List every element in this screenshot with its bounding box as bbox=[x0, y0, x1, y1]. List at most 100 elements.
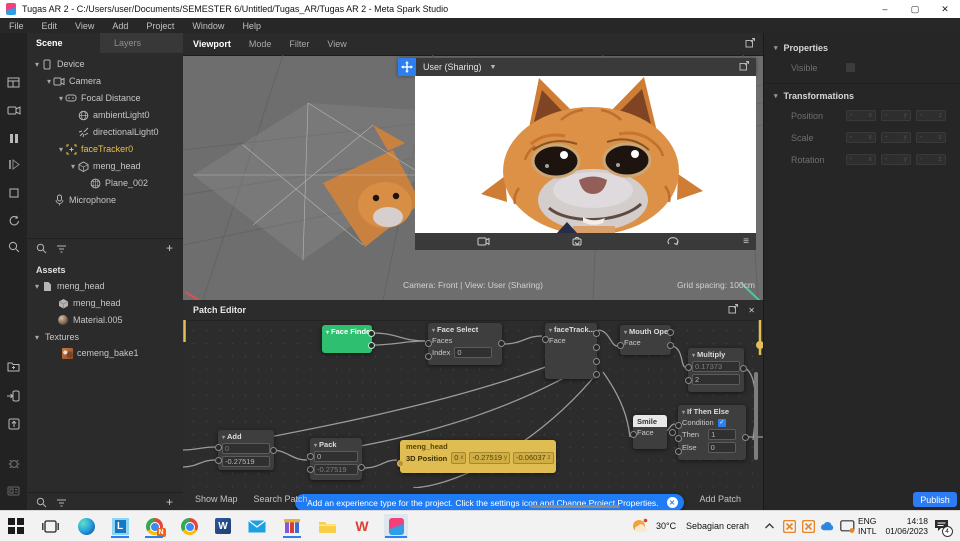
webcam-icon[interactable] bbox=[475, 234, 491, 249]
add-input2[interactable]: -0.27519 bbox=[222, 456, 270, 467]
caret-down-icon[interactable]: ▾ bbox=[57, 94, 65, 103]
add-input1[interactable]: 0 bbox=[222, 443, 270, 454]
filter-icon[interactable] bbox=[55, 496, 67, 508]
menu-window[interactable]: Window bbox=[183, 21, 233, 31]
bug-test-icon[interactable] bbox=[6, 455, 21, 470]
output-port[interactable] bbox=[667, 329, 674, 336]
node-smile[interactable]: Smile Face bbox=[630, 415, 676, 449]
expand-viewport-icon[interactable] bbox=[745, 38, 755, 50]
send-to-device-icon[interactable] bbox=[6, 388, 21, 403]
patch-canvas[interactable]: ▾ Face Finder ▾ Face Select Faces Index 0 ▾… bbox=[183, 320, 763, 510]
scene-item-facetracker0[interactable]: ▾ faceTracker0 bbox=[57, 142, 133, 156]
position-x-field[interactable]: 0x bbox=[451, 452, 467, 464]
language-indicator[interactable]: ENG INTL bbox=[858, 511, 876, 541]
winrar-icon[interactable] bbox=[280, 514, 304, 538]
add-asset-button[interactable]: + bbox=[166, 495, 173, 509]
output-port[interactable] bbox=[270, 447, 277, 454]
node-face-finder[interactable]: ▾ Face Finder bbox=[322, 325, 375, 353]
edge-browser-icon[interactable] bbox=[74, 514, 98, 538]
task-view-button[interactable] bbox=[38, 514, 62, 538]
weather-icon[interactable] bbox=[630, 514, 650, 538]
tab-scene[interactable]: Scene bbox=[27, 33, 100, 53]
asset-item-meng-head[interactable]: ▾ meng_head bbox=[33, 279, 105, 293]
clock[interactable]: 14:18 01/06/2023 bbox=[884, 511, 928, 541]
input-port[interactable] bbox=[685, 364, 692, 371]
output-port[interactable] bbox=[593, 344, 600, 351]
popout-simulator-icon[interactable] bbox=[739, 61, 749, 73]
close-patch-icon[interactable]: ✕ bbox=[748, 306, 755, 315]
weather-temp[interactable]: 30°C bbox=[656, 511, 676, 541]
input-port[interactable] bbox=[307, 466, 314, 473]
restart-icon[interactable] bbox=[6, 213, 21, 228]
output-port[interactable] bbox=[742, 434, 749, 441]
search-icon[interactable] bbox=[35, 242, 47, 254]
output-port[interactable] bbox=[669, 429, 676, 436]
menu-file[interactable]: File bbox=[0, 21, 33, 31]
upload-export-icon[interactable] bbox=[6, 416, 21, 431]
menu-help[interactable]: Help bbox=[233, 21, 270, 31]
simulator-header[interactable]: User (Sharing) ▼ bbox=[398, 58, 756, 76]
tray-app-icon-2[interactable] bbox=[800, 514, 816, 538]
scene-item-ambientlight0[interactable]: ambientLight0 bbox=[77, 108, 150, 122]
scene-item-focal-distance[interactable]: ▾ Focal Distance bbox=[57, 91, 141, 105]
output-port[interactable] bbox=[358, 464, 365, 471]
visible-checkbox[interactable] bbox=[846, 63, 855, 72]
browser-n-icon[interactable]: N bbox=[142, 514, 166, 538]
add-patch-button[interactable]: Add Patch bbox=[699, 494, 741, 504]
asset-item-textures[interactable]: ▾ Textures bbox=[33, 330, 79, 344]
output-port[interactable] bbox=[740, 365, 747, 372]
node-if-then-else[interactable]: ▾ If Then Else Condition ✓ Then 1 Else 0 bbox=[675, 405, 749, 460]
scene-item-camera[interactable]: ▾ Camera bbox=[45, 74, 101, 88]
layout-icon[interactable] bbox=[6, 75, 21, 90]
rotate-device-icon[interactable] bbox=[665, 234, 681, 249]
scene-item-directionallight0[interactable]: directionalLight0 bbox=[77, 125, 159, 139]
node-face-select[interactable]: ▾ Face Select Faces Index 0 bbox=[425, 323, 505, 365]
chrome-icon[interactable] bbox=[177, 514, 201, 538]
chevron-down-icon[interactable]: ▼ bbox=[490, 64, 497, 71]
start-button[interactable] bbox=[4, 514, 28, 538]
popout-patch-icon[interactable] bbox=[728, 304, 739, 316]
caret-down-icon[interactable]: ▾ bbox=[33, 333, 41, 342]
tray-app-icon-1[interactable] bbox=[781, 514, 797, 538]
input-port[interactable] bbox=[215, 457, 222, 464]
input-port[interactable] bbox=[685, 377, 692, 384]
step-play-icon[interactable] bbox=[6, 157, 21, 172]
file-explorer-icon[interactable] bbox=[315, 514, 339, 538]
condition-checkbox[interactable]: ✓ bbox=[717, 418, 726, 427]
zoom-search-icon[interactable] bbox=[6, 239, 21, 254]
scene-item-microphone[interactable]: Microphone bbox=[53, 193, 116, 207]
search-icon[interactable] bbox=[35, 496, 47, 508]
word-icon[interactable]: W bbox=[211, 514, 235, 538]
multiply-input1[interactable]: 0.17373 bbox=[692, 361, 740, 372]
close-button[interactable]: ✕ bbox=[930, 0, 960, 18]
position-y-input[interactable]: -y bbox=[881, 110, 911, 121]
output-port[interactable] bbox=[368, 342, 375, 349]
video-camera-icon[interactable] bbox=[6, 103, 21, 118]
input-port[interactable] bbox=[215, 444, 222, 451]
app-l-icon[interactable]: L bbox=[108, 514, 132, 538]
position-y-field[interactable]: -0.27519 y bbox=[469, 452, 511, 464]
menu-edit[interactable]: Edit bbox=[33, 21, 67, 31]
patch-horizontal-scrollbar[interactable] bbox=[530, 505, 620, 508]
node-pack[interactable]: ▾ Pack 0 -0.27519 bbox=[307, 438, 365, 480]
caret-down-icon[interactable]: ▾ bbox=[33, 60, 41, 69]
input-port[interactable] bbox=[675, 422, 682, 429]
notification-center-icon[interactable]: 4 bbox=[931, 514, 953, 538]
position-x-input[interactable]: -x bbox=[846, 110, 876, 121]
meta-spark-icon[interactable] bbox=[384, 514, 408, 538]
asset-item-cemeng-bake1[interactable]: cemeng_bake1 bbox=[61, 346, 139, 360]
tab-viewport[interactable]: Viewport bbox=[193, 39, 231, 49]
node-mouth-open[interactable]: ▾ Mouth Open Face bbox=[617, 325, 674, 355]
onedrive-cloud-icon[interactable] bbox=[818, 514, 836, 538]
rotation-z-input[interactable]: -z bbox=[916, 154, 946, 165]
else-field[interactable]: 0 bbox=[707, 442, 736, 453]
show-map-button[interactable]: Show Map bbox=[195, 494, 238, 504]
rotation-x-input[interactable]: -x bbox=[846, 154, 876, 165]
input-port[interactable] bbox=[630, 431, 637, 438]
output-port[interactable] bbox=[593, 371, 600, 378]
card-panel-icon[interactable] bbox=[6, 483, 21, 498]
menu-project[interactable]: Project bbox=[137, 21, 183, 31]
publish-button[interactable]: Publish bbox=[913, 492, 957, 507]
switch-camera-icon[interactable] bbox=[569, 234, 585, 249]
simulator-camera-select[interactable]: User (Sharing) bbox=[423, 62, 482, 72]
